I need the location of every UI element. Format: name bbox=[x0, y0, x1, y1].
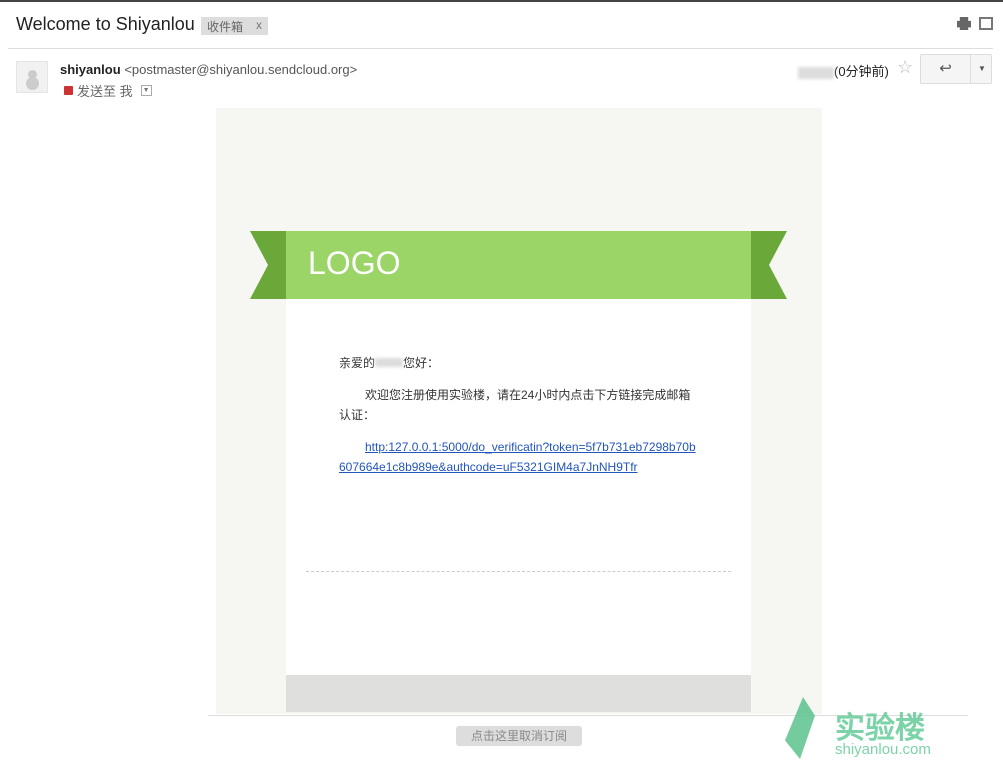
watermark-logo: 实验楼 shiyanlou.com bbox=[785, 695, 985, 765]
sender-name[interactable]: shiyanlou bbox=[60, 62, 121, 77]
more-options-caret-icon[interactable]: ▼ bbox=[972, 55, 992, 83]
dashed-divider bbox=[306, 571, 731, 572]
ribbon-right bbox=[751, 231, 787, 299]
remove-label-button[interactable]: x bbox=[256, 18, 262, 32]
logo: LOGO bbox=[308, 245, 401, 281]
print-icon[interactable] bbox=[957, 17, 971, 30]
leaf-logo-icon bbox=[785, 697, 815, 759]
ribbon-left bbox=[250, 231, 286, 299]
redacted-name bbox=[375, 358, 404, 367]
top-bar bbox=[0, 0, 1003, 2]
lock-icon bbox=[64, 86, 73, 95]
label-text: 收件箱 bbox=[207, 20, 244, 34]
sender: shiyanlou <postmaster@shiyanlou.sendclou… bbox=[60, 62, 357, 77]
star-icon[interactable]: ☆ bbox=[897, 57, 913, 78]
email-card: 亲爱的 您好： 欢迎您注册使用实验楼，请在24小时内点击下方链接完成邮箱认证： h… bbox=[286, 299, 751, 675]
sender-email: <postmaster@shiyanlou.sendcloud.org> bbox=[124, 62, 358, 77]
verification-link[interactable]: http:127.0.0.1:5000/do_verificatin?token… bbox=[339, 440, 696, 474]
to-label: 发送至 我 bbox=[77, 84, 133, 99]
divider bbox=[8, 48, 993, 49]
email-subject: Welcome to Shiyanlou bbox=[16, 14, 195, 34]
logo-banner: LOGO bbox=[286, 231, 751, 299]
email-body: LOGO 亲爱的 您好： 欢迎您注册使用实验楼，请在24小时内点击下方链接完成邮箱… bbox=[216, 108, 822, 714]
timestamp: (0分钟前) bbox=[798, 61, 889, 80]
details-dropdown-icon[interactable]: ▼ bbox=[140, 85, 152, 96]
email-footer bbox=[286, 675, 751, 712]
inbox-label[interactable]: 收件箱 x bbox=[201, 17, 268, 35]
watermark-en: shiyanlou.com bbox=[835, 741, 931, 758]
avatar bbox=[16, 61, 48, 93]
body-text: 欢迎您注册使用实验楼，请在24小时内点击下方链接完成邮箱认证： bbox=[339, 388, 691, 422]
reply-button-group: ↩ ▼ bbox=[920, 54, 992, 84]
greeting: 亲爱的 您好： bbox=[339, 356, 440, 370]
redacted-date bbox=[798, 66, 834, 79]
recipient: 发送至 我 ▼ bbox=[64, 81, 152, 100]
new-window-icon[interactable] bbox=[979, 17, 993, 30]
unsubscribe-button[interactable]: 点击这里取消订阅 bbox=[456, 726, 582, 746]
reply-arrow-icon[interactable]: ↩ bbox=[921, 55, 971, 83]
